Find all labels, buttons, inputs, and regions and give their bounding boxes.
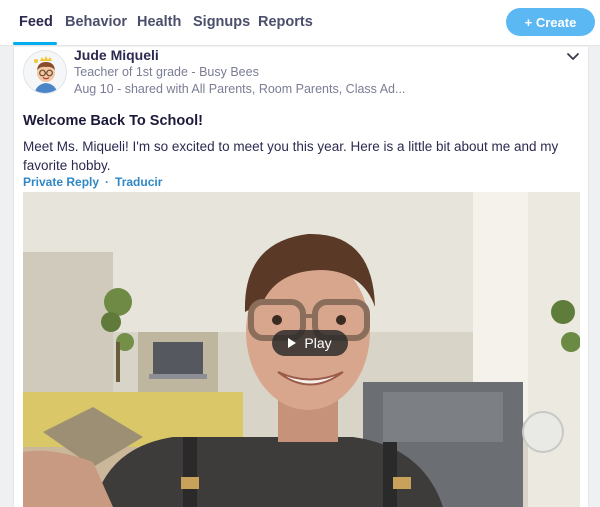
tab-feed[interactable]: Feed (19, 14, 53, 30)
feed-post-card: Jude Miqueli Teacher of 1st grade - Busy… (13, 47, 589, 507)
tab-behavior[interactable]: Behavior (65, 14, 127, 30)
post-title: Welcome Back To School! (23, 113, 203, 129)
tab-signups[interactable]: Signups (193, 14, 250, 30)
top-navigation: Feed Behavior Health Signups Reports + C… (0, 0, 600, 46)
translate-link[interactable]: Traducir (115, 175, 162, 189)
action-separator: · (105, 175, 110, 189)
create-button-label: + Create (524, 14, 577, 30)
tab-health[interactable]: Health (137, 14, 181, 30)
post-body: Meet Ms. Miqueli! I'm so excited to meet… (23, 139, 559, 173)
avatar-bitmoji-icon (24, 51, 66, 93)
post-actions: Private Reply · Traducir (23, 175, 162, 189)
tab-reports[interactable]: Reports (258, 14, 313, 30)
post-meta: Aug 10 - shared with All Parents, Room P… (74, 82, 406, 96)
author-name[interactable]: Jude Miqueli (74, 47, 159, 63)
right-gutter (589, 46, 600, 507)
play-label: Play (304, 335, 332, 351)
chevron-down-icon[interactable] (564, 50, 582, 64)
private-reply-link[interactable]: Private Reply (23, 175, 99, 189)
author-role: Teacher of 1st grade - Busy Bees (74, 65, 259, 79)
create-button[interactable]: + Create (506, 8, 595, 36)
active-tab-indicator (13, 42, 57, 45)
author-avatar[interactable] (23, 50, 67, 94)
play-icon (288, 338, 297, 348)
play-button[interactable]: Play (272, 330, 348, 356)
video-player[interactable]: Play (23, 192, 580, 507)
